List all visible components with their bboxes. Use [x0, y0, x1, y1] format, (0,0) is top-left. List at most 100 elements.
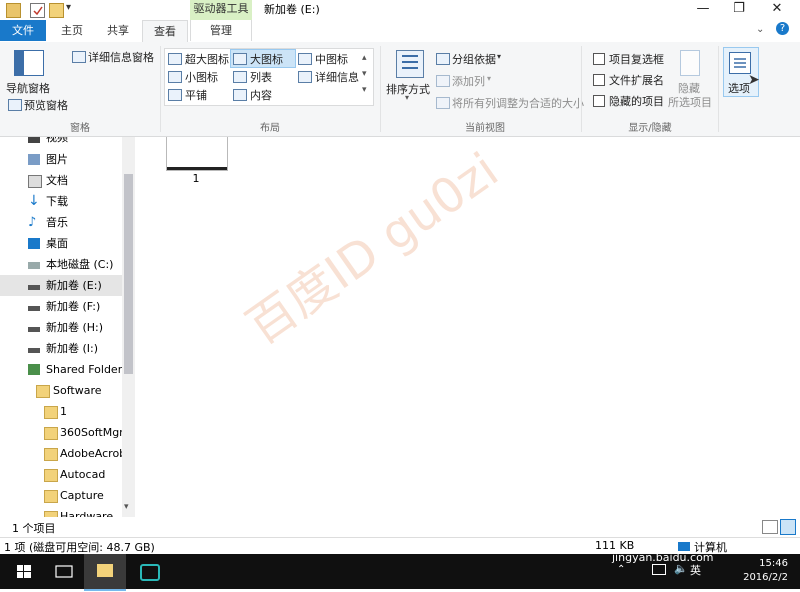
- new-folder-icon[interactable]: [49, 3, 64, 18]
- action-center-icon[interactable]: [652, 564, 666, 575]
- group-divider: [160, 46, 161, 132]
- clock-date: 2016/2/2: [743, 572, 788, 583]
- nav-pane-icon[interactable]: [14, 50, 44, 76]
- nav-item-label: Hardware: [60, 510, 114, 517]
- tab-home[interactable]: 主页: [54, 20, 90, 41]
- drive-icon: [28, 348, 40, 353]
- layout-large-icons[interactable]: 大图标: [250, 51, 283, 67]
- hidden-items-label[interactable]: 隐藏的项目: [609, 93, 664, 109]
- layout-small-icons[interactable]: 小图标: [185, 69, 218, 85]
- item-checkboxes-label[interactable]: 项目复选框: [609, 51, 664, 67]
- collapse-ribbon-icon[interactable]: ⌄: [756, 24, 764, 35]
- layout-content[interactable]: 内容: [250, 87, 272, 103]
- nav-item-label: Autocad: [60, 468, 106, 481]
- mouse-cursor-icon: ➤: [748, 72, 760, 88]
- file-name-label[interactable]: 1: [166, 172, 226, 185]
- help-icon[interactable]: ?: [776, 22, 789, 35]
- nav-item-capture[interactable]: Capture: [0, 485, 122, 506]
- nav-item-autocad[interactable]: Autocad: [0, 464, 122, 485]
- drive-tools-context-tab: 驱动器工具: [190, 0, 252, 20]
- selected-items-label[interactable]: 所选项目: [668, 94, 712, 110]
- nav-item-label: 桌面: [46, 237, 68, 250]
- layout-medium-icons[interactable]: 中图标: [315, 51, 348, 67]
- nav-item-drive-h[interactable]: 新加卷 (H:): [0, 317, 122, 338]
- tab-share[interactable]: 共享: [100, 20, 136, 41]
- ime-indicator[interactable]: 英: [690, 562, 701, 578]
- add-columns-dropdown-icon: ▾: [487, 74, 492, 83]
- nav-item-shared-folders[interactable]: Shared Folders: [0, 359, 128, 380]
- layout-list[interactable]: 列表: [250, 69, 272, 85]
- large-icons-view-icon[interactable]: [780, 519, 796, 535]
- nav-scrollbar-thumb[interactable]: [124, 174, 133, 374]
- file-thumbnail[interactable]: [166, 137, 228, 171]
- item-count: 1 个项目: [12, 522, 56, 535]
- nav-item-label: 新加卷 (E:): [46, 279, 102, 292]
- task-view-button[interactable]: [44, 554, 84, 589]
- group-by-button[interactable]: 分组依据: [452, 51, 496, 67]
- nav-item-music[interactable]: ♪ 音乐: [0, 212, 122, 233]
- nav-item-videos[interactable]: 视频: [0, 137, 122, 148]
- status-bar: 1 个项目: [0, 517, 800, 537]
- hidden-items-checkbox[interactable]: [593, 95, 605, 107]
- tiles-icon: [168, 89, 182, 101]
- nav-pane-button[interactable]: 导航窗格: [6, 80, 50, 96]
- layout-scroll-arrows-icon[interactable]: ▴ ▾ ▾: [362, 50, 367, 98]
- options-button[interactable]: 选项: [728, 80, 750, 96]
- group-divider: [581, 46, 582, 132]
- tray-overflow-icon[interactable]: ⌃: [617, 564, 625, 575]
- nav-item-adobeacrob[interactable]: AdobeAcrob: [0, 443, 126, 464]
- scroll-down-arrow-icon[interactable]: ▾: [124, 502, 129, 512]
- preview-pane-button[interactable]: 预览窗格: [24, 97, 68, 113]
- minimize-button[interactable]: —: [686, 0, 720, 20]
- nav-item-drive-c[interactable]: 本地磁盘 (C:): [0, 254, 122, 275]
- nav-item-label: 视频: [46, 137, 68, 144]
- tab-manage[interactable]: 管理: [190, 20, 252, 41]
- nav-item-desktop[interactable]: 桌面: [0, 233, 122, 254]
- tab-view[interactable]: 查看: [142, 20, 188, 43]
- list-icon: [233, 71, 247, 83]
- file-explorer-taskbar-button[interactable]: [84, 554, 126, 591]
- ribbon-tab-strip: 文件 主页 共享 查看 管理 ⌄ ?: [0, 20, 800, 43]
- nav-item-hardware[interactable]: Hardware: [0, 506, 122, 517]
- content-icon: [233, 89, 247, 101]
- nav-item-drive-i[interactable]: 新加卷 (I:): [0, 338, 122, 359]
- title-bar: ▾: [0, 0, 800, 20]
- nav-item-label: 1: [60, 405, 67, 418]
- nav-item-documents[interactable]: 文档: [0, 170, 122, 191]
- clock-time: 15:46: [759, 558, 788, 569]
- nav-item-label: 文档: [46, 174, 68, 187]
- fit-columns-button[interactable]: 将所有列调整为合适的大小: [452, 95, 584, 111]
- start-button[interactable]: [4, 554, 44, 589]
- nav-item-drive-e[interactable]: 新加卷 (E:): [0, 275, 122, 296]
- item-checkboxes-checkbox[interactable]: [593, 53, 605, 65]
- tab-file[interactable]: 文件: [0, 20, 46, 41]
- nav-item-drive-f[interactable]: 新加卷 (F:): [0, 296, 122, 317]
- nav-item-software[interactable]: Software: [0, 380, 122, 401]
- layout-group-label: 布局: [260, 123, 280, 134]
- music-note-icon: ♪: [28, 215, 37, 230]
- camera-app-taskbar-button[interactable]: [128, 554, 168, 589]
- nav-item-label: 下载: [46, 195, 68, 208]
- nav-item-pictures[interactable]: 图片: [0, 149, 122, 170]
- close-button[interactable]: ✕: [760, 0, 794, 20]
- nav-item-360softmgr[interactable]: 360SoftMgr: [0, 422, 124, 443]
- video-icon: [28, 137, 40, 143]
- drive-icon: [28, 327, 40, 332]
- restore-button[interactable]: ❐: [722, 0, 756, 20]
- file-extensions-label[interactable]: 文件扩展名: [609, 72, 664, 88]
- file-extensions-checkbox[interactable]: [593, 74, 605, 86]
- quick-access-dropdown-icon[interactable]: ▾: [66, 2, 71, 13]
- clock[interactable]: 15:46 2016/2/2: [743, 557, 788, 585]
- nav-item-folder-1[interactable]: 1: [0, 401, 122, 422]
- documents-icon: [28, 175, 42, 188]
- add-columns-button[interactable]: 添加列: [452, 73, 485, 89]
- details-pane-button[interactable]: 详细信息窗格: [88, 49, 154, 65]
- large-icons-icon: [233, 53, 247, 65]
- folder-icon[interactable]: [6, 3, 21, 18]
- nav-item-downloads[interactable]: ↓ 下载: [0, 191, 122, 212]
- layout-tiles[interactable]: 平铺: [185, 87, 207, 103]
- layout-extra-large-icons[interactable]: 超大图标: [185, 51, 229, 67]
- details-view-icon[interactable]: [762, 520, 778, 534]
- properties-icon[interactable]: [30, 3, 45, 18]
- layout-details[interactable]: 详细信息: [315, 69, 359, 85]
